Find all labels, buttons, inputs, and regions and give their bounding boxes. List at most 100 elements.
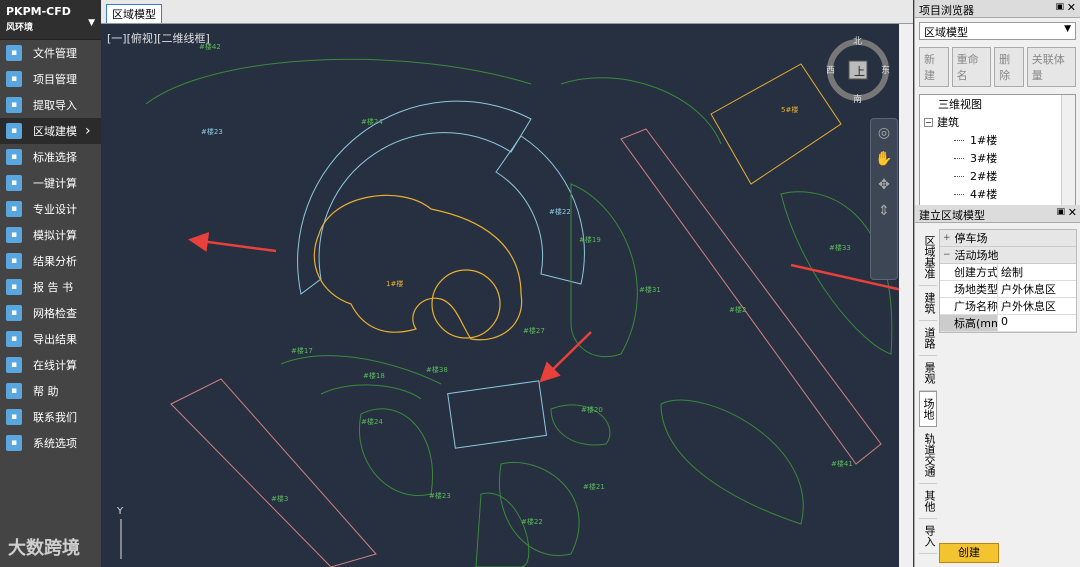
close-icon[interactable]: ✕ xyxy=(1067,1,1076,14)
menu-item[interactable]: ▪ 提取导入 xyxy=(0,92,101,118)
category-tab[interactable]: 轨道交通 xyxy=(919,427,937,484)
pin-icon[interactable]: ▣ xyxy=(1055,2,1064,12)
property-grid: +停车场−活动场地创建方式绘制场地类型户外休息区广场名称户外休息区标高(mm)0 xyxy=(939,229,1077,333)
compass-north[interactable]: 北 xyxy=(853,36,862,47)
browser-button[interactable]: 删除 xyxy=(994,47,1024,87)
building-label: 5#楼 xyxy=(781,105,798,114)
build-panel-title: 建立区域模型 xyxy=(919,209,985,222)
category-tab[interactable]: 道路 xyxy=(919,321,937,356)
tree-item-label: 3#楼 xyxy=(970,152,998,165)
category-tab[interactable]: 场地 xyxy=(919,391,937,427)
compass-east[interactable]: 东 xyxy=(881,64,890,76)
property-value[interactable]: 绘制 xyxy=(998,264,1023,280)
building-label: #楼20 xyxy=(581,405,603,414)
property-group[interactable]: + 停车场 xyxy=(940,230,1076,247)
category-tab[interactable]: 建筑 xyxy=(919,286,937,321)
menu-item[interactable]: ▪ 帮 助 xyxy=(0,378,101,404)
building-label: #楼24 xyxy=(361,417,383,426)
walk-icon[interactable]: ⇕ xyxy=(871,203,897,219)
build-panel-header: 建立区域模型 ▣ ✕ xyxy=(915,205,1080,223)
pin-icon[interactable]: ▣ xyxy=(1056,207,1065,217)
menu-item[interactable]: ▪ 项目管理 xyxy=(0,66,101,92)
category-tab[interactable]: 区域基准 xyxy=(919,229,937,286)
landscape-outline xyxy=(499,462,580,556)
menu-item[interactable]: ▪ 标准选择 xyxy=(0,144,101,170)
menu-item[interactable]: ▪ 在线计算 xyxy=(0,352,101,378)
property-group[interactable]: − 活动场地 xyxy=(940,247,1076,264)
view-cube-compass[interactable]: 上 北 南 西 东 xyxy=(824,36,892,105)
compass-west[interactable]: 西 xyxy=(826,65,835,76)
category-vertical-tabs: 区域基准 建筑 道路 景观 场地 轨道交通 其他 导入 xyxy=(919,229,937,554)
tree-item[interactable]: 1#楼 xyxy=(920,131,1075,149)
building-label: #楼3 xyxy=(271,494,288,503)
building-label: #楼23 xyxy=(429,491,451,500)
project-browser-title: 项目浏览器 xyxy=(919,4,974,17)
tree-item-label: 三维视图 xyxy=(938,98,982,111)
tab-region-model[interactable]: 区域模型 xyxy=(106,4,162,23)
property-group-label: 停车场 xyxy=(954,232,988,245)
property-value[interactable]: 户外休息区 xyxy=(998,298,1056,314)
menu-item-label: 文件管理 xyxy=(33,47,77,60)
category-tab[interactable]: 景观 xyxy=(919,356,937,391)
category-tab[interactable]: 导入 xyxy=(919,519,937,554)
property-row[interactable]: 创建方式 绘制 xyxy=(940,264,1076,281)
browser-button[interactable]: 新建 xyxy=(919,47,949,87)
build-model-panel: 建立区域模型 ▣ ✕ 区域基准 建筑 道路 景观 场地 轨道交通 其他 导入 + 停车场 − 活动场… xyxy=(915,205,1080,567)
group-toggle-icon[interactable]: + xyxy=(943,233,951,243)
building-label: #楼21 xyxy=(583,482,605,491)
browser-button[interactable]: 重命名 xyxy=(951,47,992,87)
help-icon: ▪ xyxy=(6,383,22,399)
property-group-label: 活动场地 xyxy=(954,249,999,262)
building-label: #楼23 xyxy=(201,127,223,136)
tree-item[interactable]: 2#楼 xyxy=(920,167,1075,185)
tree-item[interactable]: 4#楼 xyxy=(920,185,1075,203)
tree-item[interactable]: − 建筑 xyxy=(920,113,1075,131)
group-toggle-icon[interactable]: − xyxy=(943,250,951,260)
tree-item[interactable]: 三维视图 xyxy=(920,95,1075,113)
browser-button[interactable]: 关联体量 xyxy=(1026,47,1076,87)
menu-item-label: 提取导入 xyxy=(33,99,77,112)
menu-item[interactable]: ▪ 区域建模 › xyxy=(0,118,101,144)
menu-item[interactable]: ▪ 文件管理 xyxy=(0,40,101,66)
building-1-inner-circle xyxy=(431,269,501,339)
property-row[interactable]: 场地类型 户外休息区 xyxy=(940,281,1076,298)
menu-item[interactable]: ▪ 系统选项 xyxy=(0,430,101,456)
pan-icon[interactable]: ✋ xyxy=(871,151,897,167)
model-select[interactable]: 区域模型 ▼ xyxy=(919,22,1076,40)
tree-rows: 三维视图−建筑1#楼3#楼2#楼4#楼5#楼 xyxy=(920,95,1075,217)
compass-center[interactable]: 上 xyxy=(854,65,865,78)
close-icon[interactable]: ✕ xyxy=(1068,206,1077,219)
property-key: 广场名称 xyxy=(940,298,998,314)
view-label[interactable]: [一][俯视][二维线框] xyxy=(107,30,210,46)
menu-item[interactable]: ▪ 结果分析 xyxy=(0,248,101,274)
property-row[interactable]: 标高(mm)0 xyxy=(940,315,1076,332)
compass-south[interactable]: 南 xyxy=(853,93,862,105)
zoom-icon[interactable]: ◎ xyxy=(871,125,897,141)
collapse-toggle-icon[interactable]: − xyxy=(924,117,933,127)
drawing-canvas[interactable]: Y #楼23 #楼24 5#楼 #楼22 #楼19 1#楼 #楼27 #楼17 #楼18 #楼38… xyxy=(101,24,899,567)
property-value[interactable]: 户外休息区 xyxy=(998,281,1056,297)
menu-item[interactable]: ▪ 模拟计算 xyxy=(0,222,101,248)
menu-item[interactable]: ▪ 网格检查 xyxy=(0,300,101,326)
building-label: #楼17 xyxy=(291,346,313,355)
create-button[interactable]: 创建 xyxy=(939,543,999,563)
menu-item[interactable]: ▪ 联系我们 xyxy=(0,404,101,430)
menu-item[interactable]: ▪ 报 告 书 xyxy=(0,274,101,300)
region-model-icon: ▪ xyxy=(6,123,22,139)
menu-item-label: 导出结果 xyxy=(33,333,77,346)
orbit-icon[interactable]: ✥ xyxy=(871,177,897,193)
menu-item[interactable]: ▪ 一键计算 xyxy=(0,170,101,196)
canvas-scrollbar[interactable] xyxy=(899,24,913,567)
tree-scrollbar[interactable] xyxy=(1061,95,1075,217)
property-row[interactable]: 广场名称 户外休息区 xyxy=(940,298,1076,315)
category-tab[interactable]: 其他 xyxy=(919,484,937,519)
property-value[interactable]: 0 xyxy=(998,315,1008,331)
menu-item[interactable]: ▪ 导出结果 xyxy=(0,326,101,352)
tree-item[interactable]: 3#楼 xyxy=(920,149,1075,167)
collapse-icon[interactable]: ▼ xyxy=(88,18,95,28)
navigation-bar[interactable]: ◎ ✋ ✥ ⇕ xyxy=(870,118,898,280)
file-manage-icon: ▪ xyxy=(6,45,22,61)
project-tree: 三维视图−建筑1#楼3#楼2#楼4#楼5#楼 xyxy=(919,94,1076,218)
building-label: #楼31 xyxy=(639,285,661,294)
menu-item[interactable]: ▪ 专业设计 xyxy=(0,196,101,222)
